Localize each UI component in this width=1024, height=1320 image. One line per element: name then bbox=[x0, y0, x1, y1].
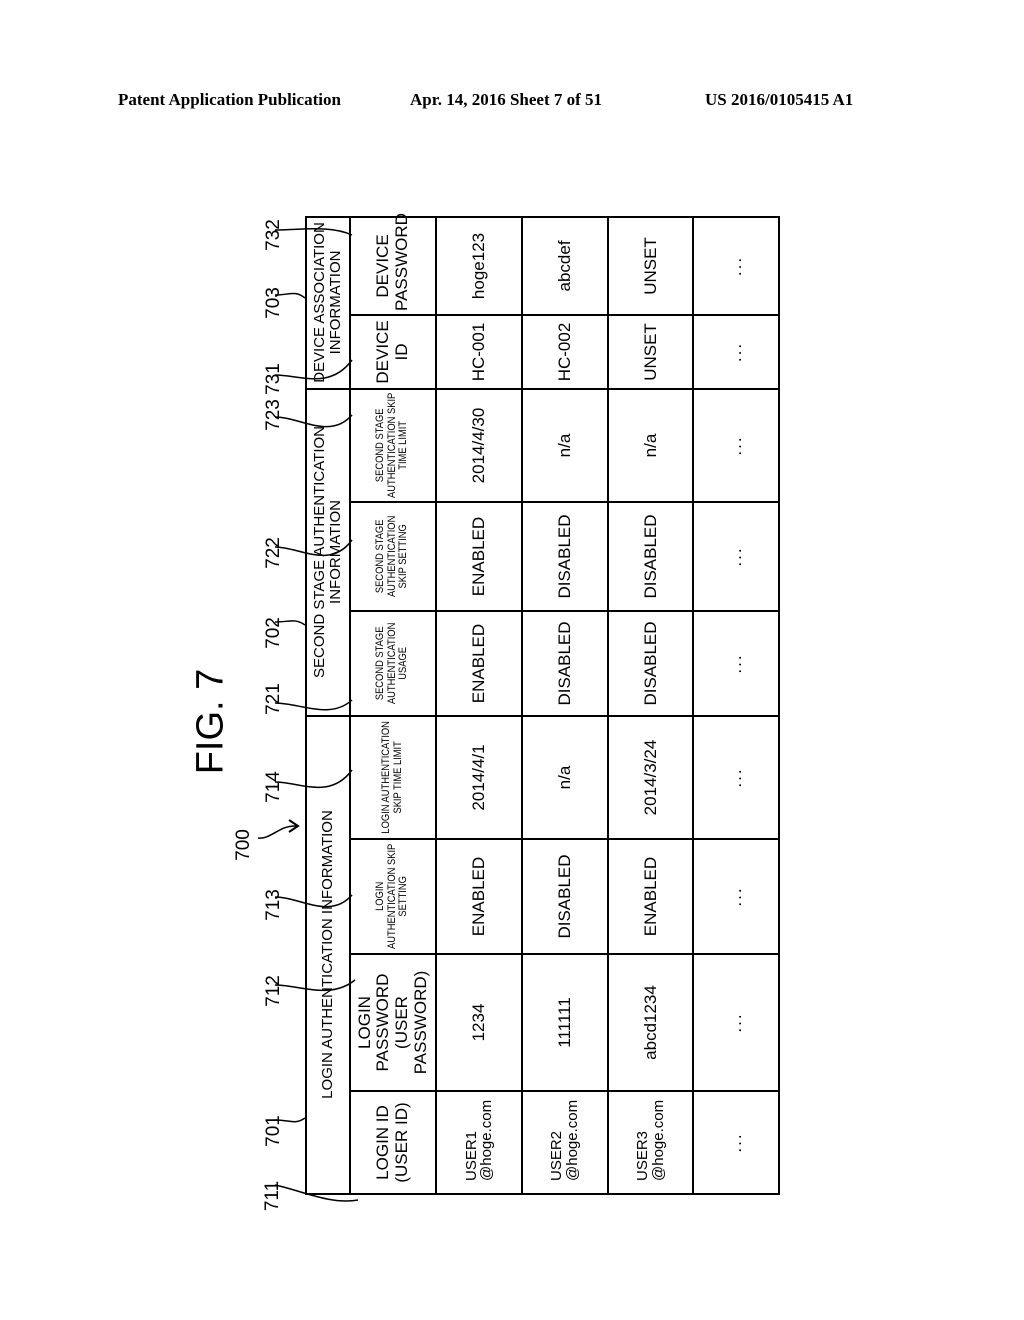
group-device-association: DEVICE ASSOCIATION INFORMATION bbox=[306, 216, 350, 389]
cell-ellipsis: ... bbox=[693, 716, 779, 839]
cell-ellipsis: ... bbox=[693, 954, 779, 1091]
cell-login-skip-setting: DISABLED bbox=[522, 839, 608, 954]
col-second-stage-skip-time-limit: SECOND STAGE AUTHENTICATION SKIP TIME LI… bbox=[349, 388, 437, 502]
group-header-row: LOGIN AUTHENTICATION INFORMATION SECOND … bbox=[306, 216, 350, 1194]
col-login-skip-time-limit: LOGIN AUTHENTICATION SKIP TIME LIMIT bbox=[349, 716, 437, 839]
cell-device-id: HC-002 bbox=[522, 314, 608, 389]
leader-701 bbox=[274, 1117, 306, 1123]
col-login-skip-setting: LOGIN AUTHENTICATION SKIP SETTING bbox=[349, 839, 437, 954]
cell-second-stage-skip-setting: ENABLED bbox=[436, 502, 523, 611]
cell-second-stage-skip-time-limit: n/a bbox=[522, 388, 608, 502]
col-device-password: DEVICE PASSWORD bbox=[349, 213, 437, 315]
cell-second-stage-skip-time-limit: n/a bbox=[607, 388, 694, 502]
leader-703 bbox=[274, 292, 306, 299]
cell-login-skip-setting: ENABLED bbox=[436, 839, 523, 954]
table-row: USER3 @hoge.com abcd1234 ENABLED 2014/3/… bbox=[607, 216, 694, 1194]
cell-ellipsis: ... bbox=[693, 839, 779, 954]
cell-device-password: UNSET bbox=[607, 216, 694, 315]
cell-login-skip-setting: ENABLED bbox=[607, 839, 694, 954]
cell-login-skip-time-limit: 2014/3/24 bbox=[607, 716, 694, 839]
cell-ellipsis: ... bbox=[693, 1091, 779, 1194]
group-login-authentication: LOGIN AUTHENTICATION INFORMATION bbox=[306, 716, 350, 1194]
cell-second-stage-skip-time-limit: 2014/4/30 bbox=[436, 388, 523, 502]
cell-device-password: hoge123 bbox=[436, 216, 523, 315]
table-row: USER1 @hoge.com 1234 ENABLED 2014/4/1 EN… bbox=[436, 216, 523, 1194]
cell-second-stage-skip-setting: DISABLED bbox=[607, 502, 694, 611]
account-info-table: LOGIN AUTHENTICATION INFORMATION SECOND … bbox=[305, 213, 780, 1195]
cell-second-stage-usage: DISABLED bbox=[522, 611, 608, 716]
cell-ellipsis: ... bbox=[693, 502, 779, 611]
col-second-stage-usage: SECOND STAGE AUTHENTICATION USAGE bbox=[349, 611, 437, 716]
cell-login-password: 111111 bbox=[522, 954, 608, 1091]
column-header-row: LOGIN ID (USER ID) LOGIN PASSWORD (USER … bbox=[349, 213, 437, 1194]
cell-second-stage-skip-setting: DISABLED bbox=[522, 502, 608, 611]
cell-login-skip-time-limit: n/a bbox=[522, 716, 608, 839]
cell-login-password: abcd1234 bbox=[607, 954, 694, 1091]
col-login-id: LOGIN ID (USER ID) bbox=[349, 1091, 437, 1194]
col-login-password: LOGIN PASSWORD (USER PASSWORD) bbox=[349, 954, 437, 1091]
cell-login-id: USER3 @hoge.com bbox=[607, 1091, 694, 1194]
cell-login-skip-time-limit: 2014/4/1 bbox=[436, 716, 523, 839]
cell-ellipsis: ... bbox=[693, 388, 779, 502]
cell-ellipsis: ... bbox=[693, 314, 779, 389]
col-second-stage-skip-setting: SECOND STAGE AUTHENTICATION SKIP SETTING bbox=[349, 502, 437, 611]
cell-ellipsis: ... bbox=[693, 611, 779, 716]
table-row-ellipsis: ... ... ... ... ... ... ... ... ... bbox=[693, 216, 779, 1194]
group-second-stage-authentication: SECOND STAGE AUTHENTICATION INFORMATION bbox=[306, 388, 350, 716]
cell-ellipsis: ... bbox=[693, 216, 779, 315]
table-700-rotated: LOGIN AUTHENTICATION INFORMATION SECOND … bbox=[305, 213, 780, 1195]
cell-device-id: UNSET bbox=[607, 314, 694, 389]
cell-login-id: USER1 @hoge.com bbox=[436, 1091, 523, 1194]
cell-second-stage-usage: DISABLED bbox=[607, 611, 694, 716]
cell-login-id: USER2 @hoge.com bbox=[522, 1091, 608, 1194]
cell-login-password: 1234 bbox=[436, 954, 523, 1091]
cell-device-password: abcdef bbox=[522, 216, 608, 315]
cell-device-id: HC-001 bbox=[436, 314, 523, 389]
col-device-id: DEVICE ID bbox=[349, 314, 437, 389]
table-row: USER2 @hoge.com 111111 DISABLED n/a DISA… bbox=[522, 216, 608, 1194]
cell-second-stage-usage: ENABLED bbox=[436, 611, 523, 716]
leader-702 bbox=[274, 620, 306, 626]
